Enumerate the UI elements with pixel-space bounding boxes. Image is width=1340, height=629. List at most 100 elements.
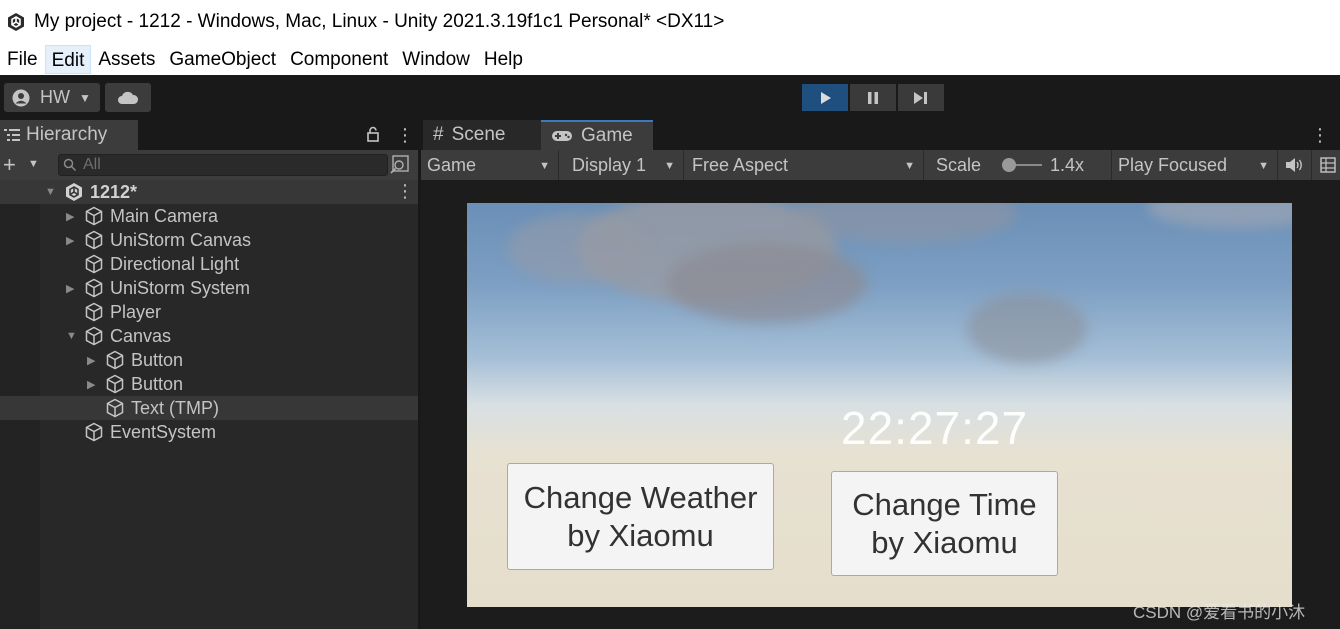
hierarchy-search-input[interactable]: All [58, 154, 388, 176]
hierarchy-item-label: UniStorm System [110, 278, 251, 298]
chevron-down-icon: ▼ [539, 160, 550, 172]
cloud-button[interactable] [105, 83, 151, 112]
mute-audio-button[interactable] [1278, 150, 1312, 180]
hierarchy-item[interactable]: ▶ UniStorm Canvas [0, 228, 418, 252]
menu-bar: File Edit Assets GameObject Component Wi… [0, 44, 1340, 75]
hierarchy-item[interactable]: ▶ Button [0, 348, 418, 372]
search-icon [63, 158, 77, 172]
search-mode-icon[interactable] [390, 155, 410, 175]
pause-icon [868, 91, 878, 104]
grid-icon: # [433, 124, 444, 145]
hierarchy-item[interactable]: EventSystem [0, 420, 418, 444]
hierarchy-item[interactable]: ▼ Canvas [0, 324, 418, 348]
tab-game[interactable]: Game [541, 120, 653, 150]
expand-down-icon[interactable]: ▼ [66, 330, 77, 342]
expand-right-icon[interactable]: ▶ [66, 210, 74, 223]
play-icon [821, 91, 831, 104]
expand-down-icon[interactable]: ▼ [45, 186, 56, 198]
gameobject-cube-icon [106, 398, 124, 418]
unity-scene-icon [66, 183, 82, 201]
menu-file[interactable]: File [0, 45, 45, 74]
hierarchy-item[interactable]: Player [0, 300, 418, 324]
gameobject-cube-icon [85, 230, 103, 250]
change-time-button[interactable]: Change Time by Xiaomu [831, 471, 1058, 576]
menu-assets[interactable]: Assets [91, 45, 162, 74]
play-mode-dropdown[interactable]: Play Focused ▼ [1112, 150, 1278, 180]
game-toolbar: Game ▼ Display 1 ▼ Free Aspect ▼ Scale 1… [421, 150, 1340, 180]
expand-right-icon[interactable]: ▶ [66, 234, 74, 247]
gameobject-cube-icon [85, 302, 103, 322]
account-label: HW [40, 87, 70, 107]
chevron-down-icon: ▼ [1258, 160, 1269, 172]
game-view[interactable]: 22:27:27 Change Weather by Xiaomu Change… [467, 203, 1292, 607]
hierarchy-item[interactable]: Text (TMP) [0, 396, 418, 420]
main-toolbar: HW ▼ [0, 75, 1340, 120]
hierarchy-item-label: Button [131, 350, 184, 370]
pause-button[interactable] [850, 84, 896, 111]
change-time-line-1: Change Time [852, 486, 1037, 522]
hierarchy-item[interactable]: ▶ Button [0, 372, 418, 396]
gamepad-icon [552, 131, 572, 141]
aspect-label: Free Aspect [692, 154, 789, 175]
hierarchy-item-label: Text (TMP) [131, 398, 219, 418]
menu-gameobject[interactable]: GameObject [162, 45, 283, 74]
game-tab-bar: # Scene Game ⋮ [421, 120, 1340, 150]
expand-right-icon[interactable]: ▶ [87, 378, 95, 391]
expand-right-icon[interactable]: ▶ [87, 354, 95, 367]
tab-game-label: Game [581, 125, 633, 146]
menu-edit[interactable]: Edit [44, 45, 92, 74]
hierarchy-item[interactable]: Directional Light [0, 252, 418, 276]
scale-label: Scale [936, 154, 982, 175]
stats-button[interactable] [1314, 150, 1340, 180]
expand-right-icon[interactable]: ▶ [66, 282, 74, 295]
search-placeholder: All [83, 156, 101, 173]
scene-root-row[interactable]: ▼ 1212* ⋮ [0, 180, 418, 204]
cloud-shape [507, 213, 647, 283]
change-weather-button[interactable]: Change Weather by Xiaomu [507, 463, 774, 570]
tab-scene[interactable]: # Scene [423, 120, 541, 150]
aspect-dropdown[interactable]: Free Aspect ▼ [686, 150, 924, 180]
scale-slider-handle[interactable] [1002, 158, 1016, 172]
gameobject-cube-icon [85, 422, 103, 442]
clock-text: 22:27:27 [841, 402, 1029, 454]
change-time-line-2: by Xiaomu [871, 524, 1018, 560]
hierarchy-item-label: Player [110, 302, 162, 322]
menu-help[interactable]: Help [477, 45, 530, 74]
kebab-menu-icon[interactable]: ⋮ [396, 125, 414, 146]
watermark: CSDN @爱看书的小沐 [1133, 603, 1306, 622]
menu-component[interactable]: Component [283, 45, 395, 74]
step-icon [914, 91, 927, 104]
title-bar: My project - 1212 - Windows, Mac, Linux … [0, 0, 1340, 44]
kebab-menu-icon[interactable]: ⋮ [1311, 125, 1329, 146]
cloud-icon [118, 91, 139, 104]
add-icon[interactable]: + [3, 152, 16, 178]
hierarchy-item-label: Directional Light [110, 254, 240, 274]
chevron-down-icon[interactable]: ▼ [28, 158, 39, 170]
stats-grid-icon [1320, 157, 1336, 173]
gameobject-cube-icon [85, 206, 103, 226]
menu-window[interactable]: Window [395, 45, 477, 74]
chevron-down-icon: ▼ [664, 160, 675, 172]
list-icon [4, 129, 20, 141]
kebab-menu-icon[interactable]: ⋮ [396, 181, 414, 202]
hierarchy-item-label: Canvas [110, 326, 172, 346]
play-mode-label: Play Focused [1118, 154, 1228, 175]
hierarchy-item-label: UniStorm Canvas [110, 230, 252, 250]
hierarchy-toolbar: + ▼ All [0, 150, 418, 180]
lock-icon[interactable] [366, 126, 380, 142]
display-dropdown[interactable]: Display 1 ▼ [566, 150, 684, 180]
hierarchy-item-label: Main Camera [110, 206, 219, 226]
hierarchy-item[interactable]: ▶ UniStorm System [0, 276, 418, 300]
gameobject-cube-icon [85, 278, 103, 298]
play-button[interactable] [802, 84, 848, 111]
hierarchy-item[interactable]: ▶ Main Camera [0, 204, 418, 228]
hierarchy-tree: ▼ 1212* ⋮ ▶ Main Camera ▶ UniStorm Canvas Di… [0, 180, 418, 444]
view-mode-dropdown[interactable]: Game ▼ [421, 150, 559, 180]
gameobject-cube-icon [85, 326, 103, 346]
hierarchy-item-label: Button [131, 374, 184, 394]
account-dropdown[interactable]: HW ▼ [4, 83, 100, 112]
step-button[interactable] [898, 84, 944, 111]
tab-hierarchy[interactable]: Hierarchy [0, 120, 138, 150]
gameobject-cube-icon [85, 254, 103, 274]
gameobject-cube-icon [106, 374, 124, 394]
